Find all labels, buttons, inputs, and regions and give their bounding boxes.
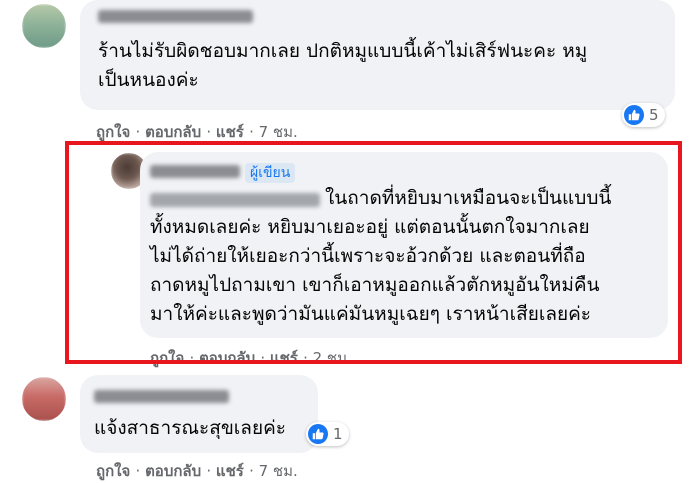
reaction-summary[interactable]: 5 — [622, 103, 665, 127]
highlight-box — [65, 141, 682, 364]
like-button[interactable]: ถูกใจ — [96, 462, 130, 480]
reply-button[interactable]: ตอบกลับ — [145, 123, 201, 141]
commenter-name[interactable] — [98, 10, 253, 23]
avatar[interactable] — [22, 377, 66, 421]
reaction-count: 1 — [333, 425, 343, 443]
reaction-count: 5 — [649, 106, 659, 124]
like-button[interactable]: ถูกใจ — [96, 123, 130, 141]
comment-text: ร้านไม่รับผิดชอบมากเลย ปกติหมูแบบนี้เค้า… — [98, 40, 588, 91]
comment-bubble: แจ้งสาธารณะสุขเลยค่ะ — [80, 375, 318, 453]
reply-button[interactable]: ตอบกลับ — [145, 462, 201, 480]
comment-actions: ถูกใจ · ตอบกลับ · แชร์ · 7 ชม. — [96, 462, 298, 480]
reaction-summary[interactable]: 1 — [306, 422, 349, 446]
comment-time[interactable]: 7 ชม. — [259, 123, 298, 141]
comment-bubble: ร้านไม่รับผิดชอบมากเลย ปกติหมูแบบนี้เค้า… — [80, 0, 675, 110]
commenter-name[interactable] — [94, 390, 229, 403]
avatar[interactable] — [22, 4, 66, 48]
like-icon — [308, 424, 328, 444]
comment-time[interactable]: 7 ชม. — [259, 462, 298, 480]
share-button[interactable]: แชร์ — [216, 123, 244, 141]
share-button[interactable]: แชร์ — [216, 462, 244, 480]
like-icon — [624, 105, 644, 125]
comment-text: แจ้งสาธารณะสุขเลยค่ะ — [94, 417, 286, 439]
